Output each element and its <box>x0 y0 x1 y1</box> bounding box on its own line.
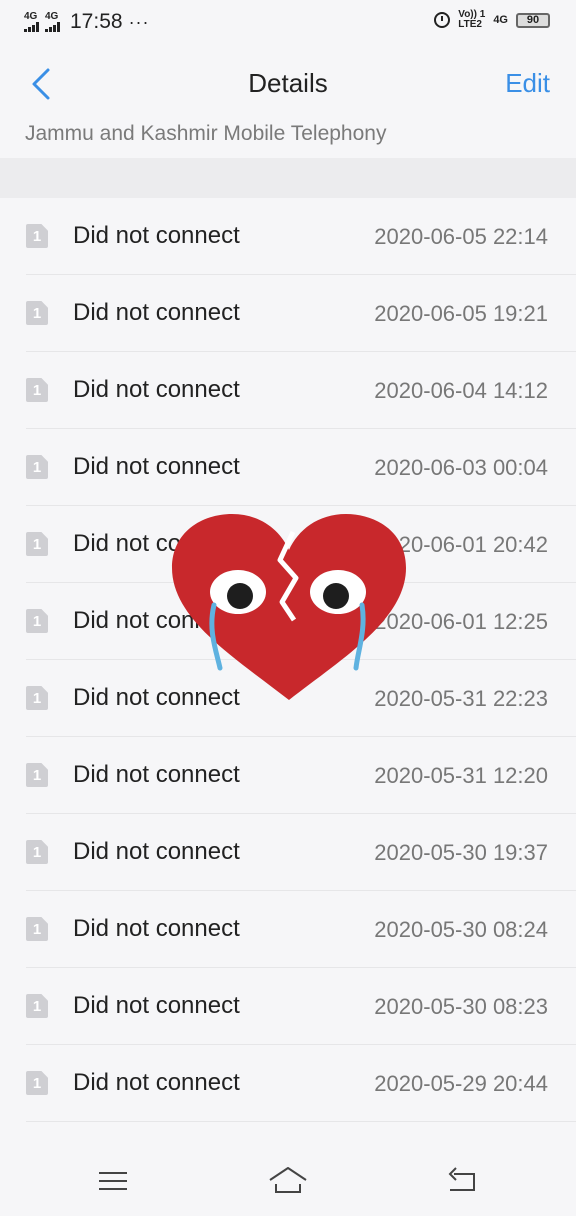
call-status: Did not connect <box>73 684 240 711</box>
call-datetime: 2020-05-30 19:37 <box>374 840 548 865</box>
call-log-row[interactable]: 1 Did not connect 2020-06-05 22:14 <box>26 198 576 275</box>
signal-icon: 4G <box>24 12 39 32</box>
call-datetime: 2020-05-29 20:44 <box>374 1071 548 1096</box>
call-log-row[interactable]: 1 Did not connect 2020-05-29 20:44 <box>26 1045 576 1122</box>
sim-card-icon: 1 <box>26 378 48 402</box>
call-status: Did not connect <box>73 607 240 634</box>
call-datetime: 2020-05-31 12:20 <box>374 763 548 788</box>
call-datetime: 2020-05-31 22:23 <box>374 686 548 711</box>
more-notifications-icon: ··· <box>128 11 150 32</box>
volte-indicator: Vo)) 1 LTE2 <box>458 9 486 30</box>
call-datetime: 2020-05-30 08:24 <box>374 917 548 942</box>
edit-button[interactable]: Edit <box>505 68 550 99</box>
sim-card-icon: 1 <box>26 763 48 787</box>
sim-card-icon: 1 <box>26 455 48 479</box>
call-status: Did not connect <box>73 299 240 326</box>
clock: 17:58 <box>70 10 123 33</box>
call-status: Did not connect <box>73 761 240 788</box>
call-datetime: 2020-06-05 22:14 <box>374 224 548 249</box>
call-datetime: 2020-06-01 20:42 <box>374 532 548 557</box>
call-log-row[interactable]: 1 Did not connect 2020-05-31 12:20 <box>26 737 576 814</box>
header: Details Edit <box>0 44 576 124</box>
call-datetime: 2020-06-03 00:04 <box>374 455 548 480</box>
alarm-icon <box>434 12 451 28</box>
call-status: Did not connect <box>73 530 240 557</box>
call-log-row[interactable]: 1 Did not connect 2020-06-04 14:12 <box>26 352 576 429</box>
call-log-row[interactable]: 1 Did not connect 2020-05-30 19:37 <box>26 814 576 891</box>
sim-card-icon: 1 <box>26 686 48 710</box>
call-log-row[interactable]: 1 Did not connect 2020-06-01 12:25 <box>26 583 576 660</box>
sim-card-icon: 1 <box>26 224 48 248</box>
call-datetime: 2020-06-01 12:25 <box>374 609 548 634</box>
carrier-label: Jammu and Kashmir Mobile Telephony <box>25 122 387 145</box>
back-icon[interactable] <box>444 1166 480 1196</box>
call-log-row[interactable]: 1 Did not connect 2020-05-31 22:23 <box>26 660 576 737</box>
call-status: Did not connect <box>73 915 240 942</box>
call-log-row[interactable]: 1 Did not connect 2020-06-01 20:42 <box>26 506 576 583</box>
sim-card-icon: 1 <box>26 301 48 325</box>
call-log-row[interactable]: 1 Did not connect 2020-05-30 08:24 <box>26 891 576 968</box>
call-log-row[interactable]: 1 Did not connect 2020-06-03 00:04 <box>26 429 576 506</box>
call-status: Did not connect <box>73 992 240 1019</box>
call-log-row[interactable]: 1 Did not connect 2020-05-30 08:23 <box>26 968 576 1045</box>
call-datetime: 2020-05-30 08:23 <box>374 994 548 1019</box>
status-bar: 4G 4G 17:58 ··· Vo)) 1 LTE2 4G 90 <box>0 0 576 44</box>
sim-card-icon: 1 <box>26 609 48 633</box>
call-datetime: 2020-06-04 14:12 <box>374 378 548 403</box>
section-divider <box>0 158 576 198</box>
call-status: Did not connect <box>73 838 240 865</box>
call-log-row[interactable]: 1 Did not connect 2020-06-05 19:21 <box>26 275 576 352</box>
signal-icon-2: 4G <box>45 12 60 32</box>
battery-icon: 90 <box>516 12 550 28</box>
menu-icon[interactable] <box>95 1166 131 1196</box>
page-title: Details <box>248 68 328 98</box>
call-datetime: 2020-06-05 19:21 <box>374 301 548 326</box>
call-status: Did not connect <box>73 453 240 480</box>
call-status: Did not connect <box>73 376 240 403</box>
call-log-list[interactable]: 1 Did not connect 2020-06-05 22:14 1 Did not… <box>0 198 576 1122</box>
home-icon[interactable] <box>268 1166 308 1196</box>
call-status: Did not connect <box>73 1069 240 1096</box>
call-status: Did not connect <box>73 222 240 249</box>
network-type: 4G <box>493 14 508 26</box>
sim-card-icon: 1 <box>26 1071 48 1095</box>
sim-card-icon: 1 <box>26 840 48 864</box>
navigation-bar <box>0 1146 576 1216</box>
sim-card-icon: 1 <box>26 917 48 941</box>
sim-card-icon: 1 <box>26 994 48 1018</box>
sim-card-icon: 1 <box>26 532 48 556</box>
